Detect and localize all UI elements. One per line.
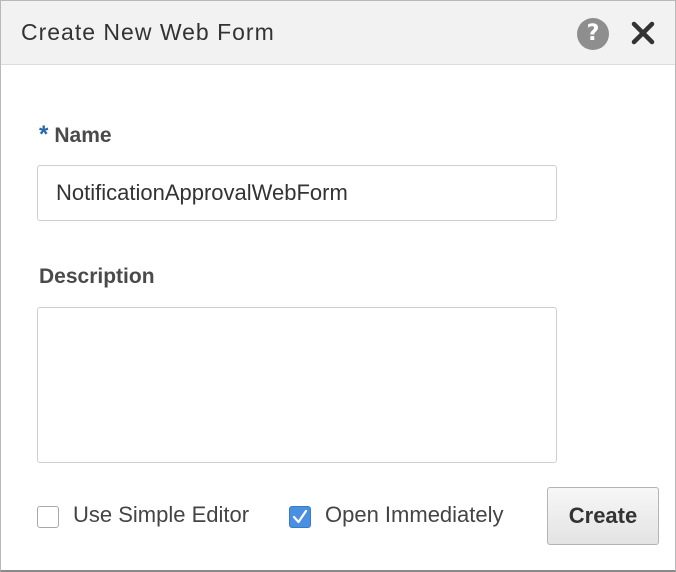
description-label: Description bbox=[39, 265, 155, 288]
open-immediately-checkbox[interactable] bbox=[289, 506, 311, 528]
description-textarea[interactable] bbox=[37, 307, 557, 463]
use-simple-editor-checkbox[interactable] bbox=[37, 506, 59, 528]
name-input[interactable] bbox=[37, 165, 557, 221]
dialog-titlebar: Create New Web Form ? bbox=[1, 1, 675, 65]
create-button[interactable]: Create bbox=[547, 487, 659, 545]
required-marker: * bbox=[39, 121, 49, 148]
checkmark-icon bbox=[292, 509, 308, 524]
help-icon[interactable]: ? bbox=[577, 18, 609, 50]
dialog-title: Create New Web Form bbox=[21, 19, 275, 45]
open-immediately-label[interactable]: Open Immediately bbox=[325, 502, 504, 528]
close-icon[interactable] bbox=[629, 18, 657, 48]
name-label-text: Name bbox=[54, 124, 112, 147]
name-label: * Name bbox=[39, 121, 112, 149]
use-simple-editor-label[interactable]: Use Simple Editor bbox=[73, 502, 249, 528]
create-web-form-dialog: Create New Web Form ? *Name Description … bbox=[0, 0, 676, 572]
